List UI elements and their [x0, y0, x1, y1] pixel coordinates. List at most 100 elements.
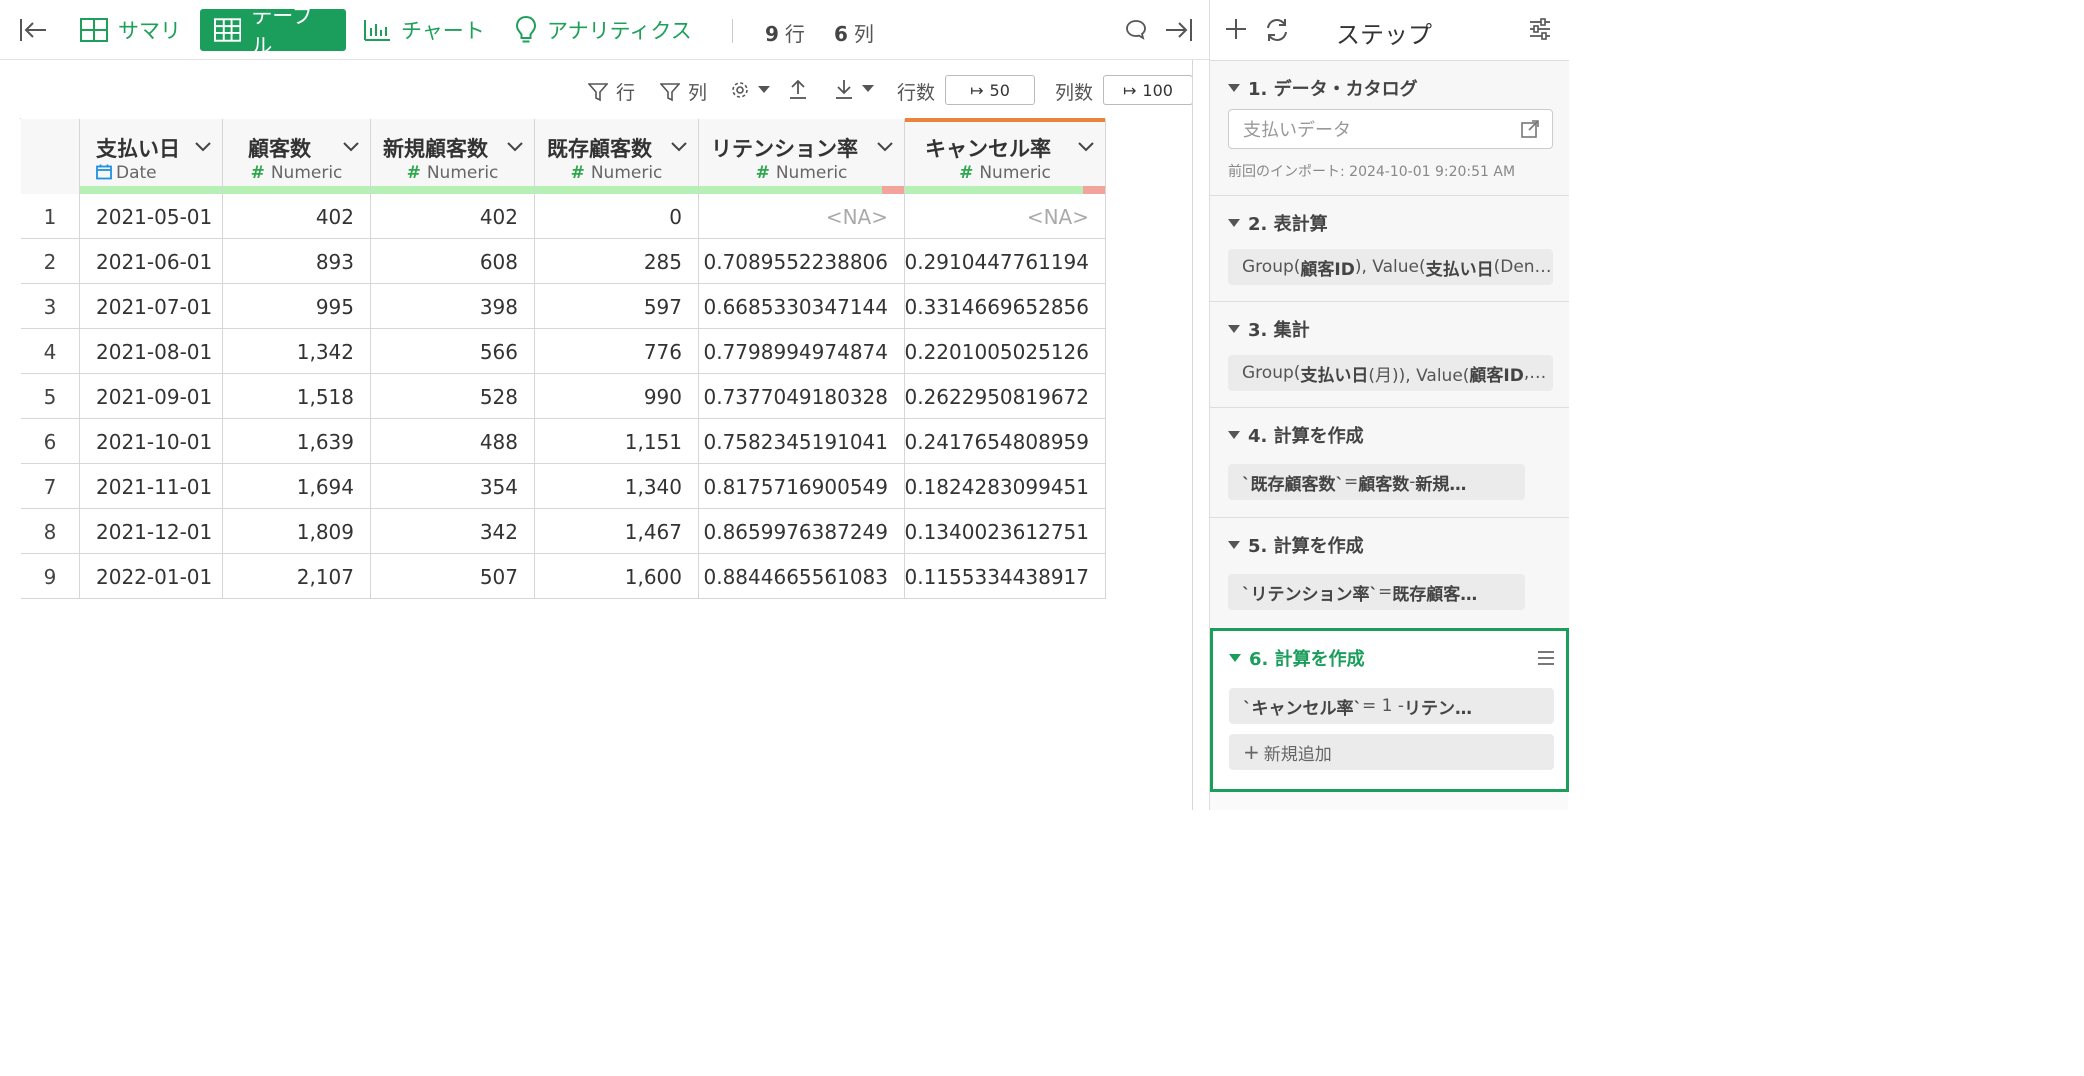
table-row[interactable]: 3 2021-07-01 995 398 597 0.6685330347144 0.331… [21, 284, 1106, 329]
table-cell[interactable]: 0.2622950819672 [904, 374, 1106, 419]
table-cell[interactable]: 2022-01-01 [80, 554, 223, 599]
table-cell[interactable]: 2021-07-01 [80, 284, 223, 329]
table-cell[interactable]: 1,340 [535, 464, 699, 509]
table-cell[interactable]: 2021-12-01 [80, 509, 223, 554]
step-title[interactable]: 3. 集計 [1228, 316, 1310, 342]
table-cell[interactable]: 1,809 [223, 509, 371, 554]
table-cell[interactable]: 507 [371, 554, 535, 599]
step-2[interactable]: 2. 表計算 Group(顧客ID), Value(支払い日 (Den… [1210, 195, 1569, 301]
table-cell[interactable]: 893 [223, 239, 371, 284]
tab-summary[interactable]: サマリ [80, 9, 181, 51]
table-cell[interactable]: 0.7089552238806 [699, 239, 905, 284]
table-cell[interactable]: 1,151 [535, 419, 699, 464]
step-summary[interactable]: Group(支払い日 (月)), Value(顧客ID,… [1228, 355, 1553, 391]
table-cell[interactable]: 488 [371, 419, 535, 464]
step-title[interactable]: 5. 計算を作成 [1228, 532, 1364, 558]
settings-button[interactable] [730, 80, 778, 100]
chevron-down-icon[interactable] [506, 141, 524, 153]
step-title[interactable]: 4. 計算を作成 [1228, 422, 1364, 448]
table-cell[interactable]: 1,342 [223, 329, 371, 374]
table-cell[interactable]: 342 [371, 509, 535, 554]
column-header-selected[interactable]: キャンセル率 # Numeric [905, 118, 1106, 194]
table-cell[interactable]: 2,107 [223, 554, 371, 599]
step-title[interactable]: 1. データ・カタログ [1228, 75, 1418, 101]
tab-chart[interactable]: チャート [363, 9, 485, 51]
table-cell[interactable]: 597 [535, 284, 699, 329]
table-cell[interactable]: 2021-09-01 [80, 374, 223, 419]
step-6-active[interactable]: 6. 計算を作成 `キャンセル率` = 1 - リテン… + 新規追加 [1210, 628, 1569, 792]
table-cell[interactable]: 0.2417654808959 [904, 419, 1106, 464]
table-cell[interactable]: 0.3314669652856 [904, 284, 1106, 329]
chevron-down-icon[interactable] [342, 141, 360, 153]
step-1[interactable]: 1. データ・カタログ 支払いデータ 前回のインポート: 2024-10-01 … [1210, 60, 1569, 195]
chevron-down-icon[interactable] [876, 141, 894, 153]
table-row[interactable]: 9 2022-01-01 2,107 507 1,600 0.8844665561083 0… [21, 554, 1106, 599]
table-cell[interactable]: <NA> [905, 194, 1106, 239]
comment-icon[interactable] [1124, 18, 1148, 46]
table-cell[interactable]: 0.7798994974874 [699, 329, 905, 374]
column-header[interactable]: 既存顧客数 # Numeric [535, 119, 699, 194]
table-cell[interactable]: 0.8175716900549 [699, 464, 905, 509]
table-cell[interactable]: 402 [223, 194, 371, 239]
tab-analytics[interactable]: アナリティクス [515, 9, 692, 51]
table-cell[interactable]: 0.7582345191041 [699, 419, 905, 464]
table-cell[interactable]: 2021-10-01 [80, 419, 223, 464]
table-row[interactable]: 5 2021-09-01 1,518 528 990 0.7377049180328 0.2… [21, 374, 1106, 419]
data-source-field[interactable]: 支払いデータ [1228, 109, 1553, 149]
table-cell[interactable]: 995 [223, 284, 371, 329]
table-cell[interactable]: 990 [535, 374, 699, 419]
table-cell[interactable]: 0 [535, 194, 699, 239]
table-cell[interactable]: 0.8844665561083 [699, 554, 905, 599]
table-cell[interactable]: 402 [371, 194, 535, 239]
table-cell[interactable]: <NA> [699, 194, 905, 239]
table-cell[interactable]: 354 [371, 464, 535, 509]
tab-table[interactable]: テーブル [200, 4, 346, 58]
table-row[interactable]: 8 2021-12-01 1,809 342 1,467 0.8659976387249 0… [21, 509, 1106, 554]
column-header[interactable]: 新規顧客数 # Numeric [371, 119, 535, 194]
table-cell[interactable]: 0.7377049180328 [699, 374, 905, 419]
table-row[interactable]: 7 2021-11-01 1,694 354 1,340 0.8175716900549 0… [21, 464, 1106, 509]
table-cell[interactable]: 0.1340023612751 [904, 509, 1106, 554]
table-cell[interactable]: 1,518 [223, 374, 371, 419]
table-cell[interactable]: 0.2910447761194 [904, 239, 1106, 284]
refresh-icon[interactable] [1264, 17, 1290, 47]
row-filter-button[interactable]: 行 [588, 78, 635, 105]
add-new-step-button[interactable]: + 新規追加 [1229, 734, 1554, 770]
chevron-down-icon[interactable] [670, 141, 688, 153]
step-title[interactable]: 2. 表計算 [1228, 210, 1328, 236]
download-button[interactable] [834, 78, 882, 100]
chevron-down-icon[interactable] [1077, 141, 1095, 153]
table-cell[interactable]: 398 [371, 284, 535, 329]
table-row[interactable]: 6 2021-10-01 1,639 488 1,151 0.7582345191041 0… [21, 419, 1106, 464]
step-3[interactable]: 3. 集計 Group(支払い日 (月)), Value(顧客ID,… [1210, 301, 1569, 407]
upload-button[interactable] [788, 78, 816, 100]
step-4[interactable]: 4. 計算を作成 `既存顧客数` = 顧客数 - 新規… [1210, 407, 1569, 517]
sliders-icon[interactable] [1528, 17, 1552, 45]
table-cell[interactable]: 0.2201005025126 [904, 329, 1106, 374]
table-cell[interactable]: 1,600 [535, 554, 699, 599]
cols-limit-input[interactable]: ↦ 100 [1103, 75, 1193, 105]
table-cell[interactable]: 776 [535, 329, 699, 374]
external-link-icon[interactable] [1520, 119, 1540, 139]
table-cell[interactable]: 0.1824283099451 [904, 464, 1106, 509]
step-summary[interactable]: Group(顧客ID), Value(支払い日 (Den… [1228, 249, 1553, 285]
table-cell[interactable]: 2021-06-01 [80, 239, 223, 284]
step-title[interactable]: 6. 計算を作成 [1229, 645, 1365, 671]
table-cell[interactable]: 2021-11-01 [80, 464, 223, 509]
column-header[interactable]: 顧客数 # Numeric [223, 119, 371, 194]
table-cell[interactable]: 0.1155334438917 [904, 554, 1106, 599]
table-cell[interactable]: 1,639 [223, 419, 371, 464]
table-cell[interactable]: 0.6685330347144 [699, 284, 905, 329]
step-5[interactable]: 5. 計算を作成 `リテンション率` = 既存顧客… [1210, 517, 1569, 627]
table-row[interactable]: 4 2021-08-01 1,342 566 776 0.7798994974874 0.2… [21, 329, 1106, 374]
collapse-right-icon[interactable] [1164, 16, 1194, 48]
table-cell[interactable]: 1,467 [535, 509, 699, 554]
table-cell[interactable]: 566 [371, 329, 535, 374]
column-header[interactable]: リテンション率 # Numeric [699, 119, 905, 194]
column-filter-button[interactable]: 列 [660, 78, 707, 105]
table-cell[interactable]: 2021-05-01 [80, 194, 223, 239]
step-menu-icon[interactable] [1536, 649, 1556, 667]
step-summary[interactable]: `既存顧客数` = 顧客数 - 新規… [1228, 464, 1525, 500]
add-step-icon[interactable] [1224, 17, 1248, 45]
table-cell[interactable]: 285 [535, 239, 699, 284]
